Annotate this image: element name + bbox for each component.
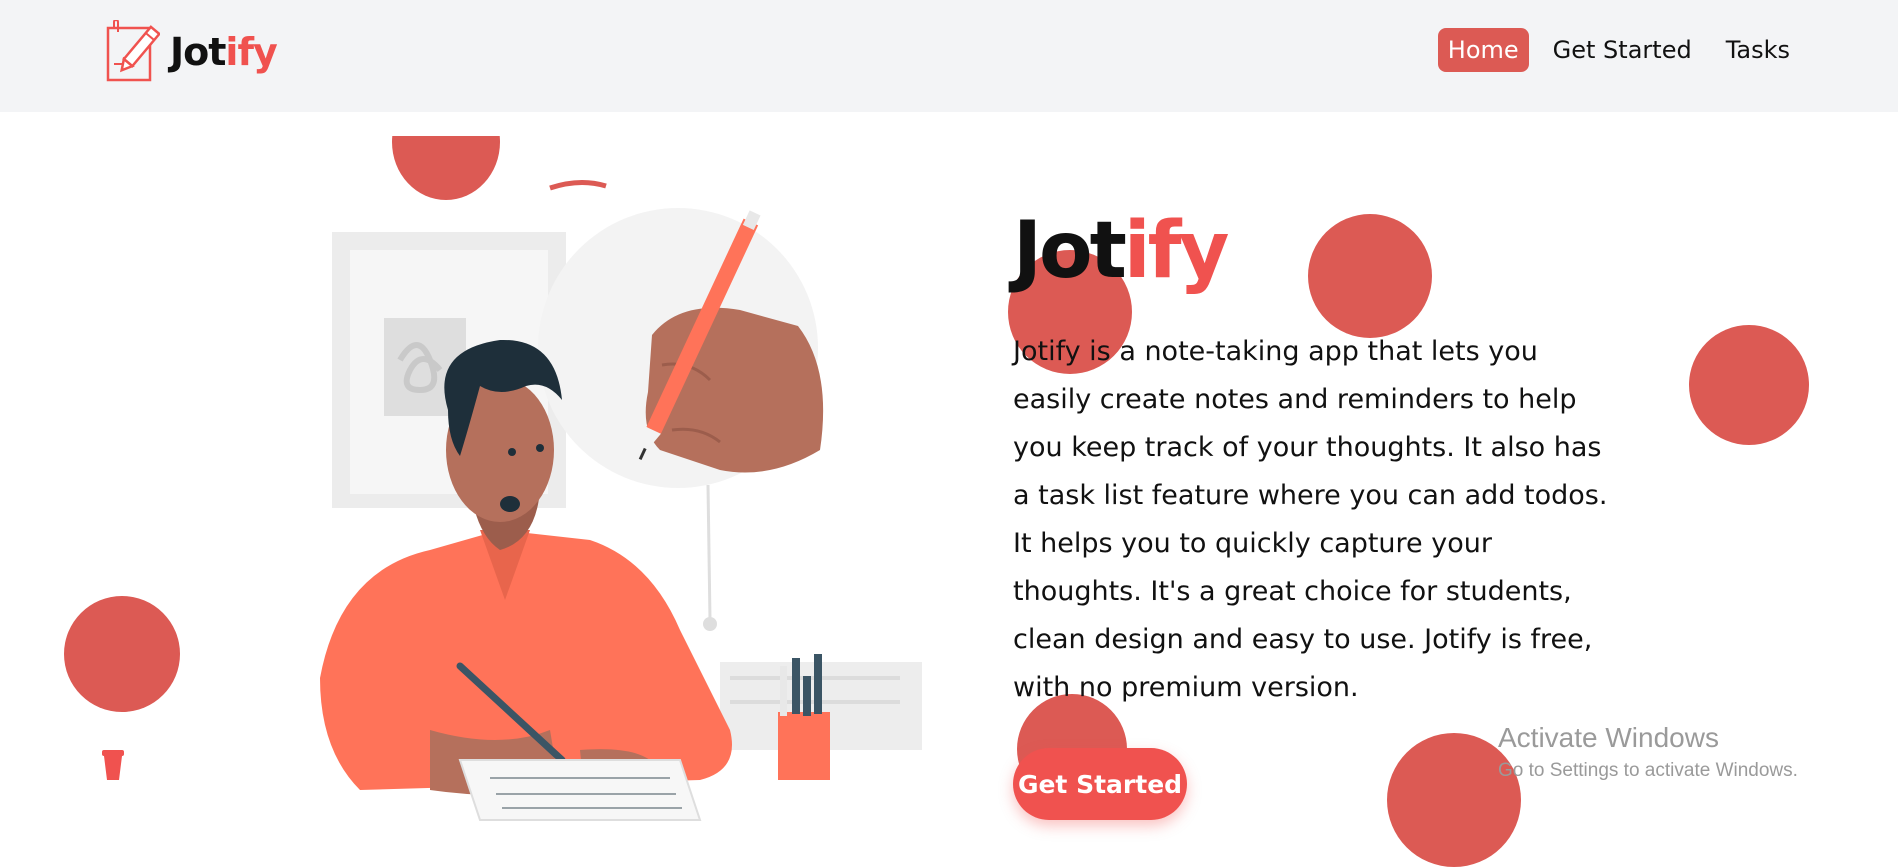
hero-title: Jotify [1013,206,1229,296]
nav-link-get-started[interactable]: Get Started [1543,28,1702,72]
nav-link-home[interactable]: Home [1437,28,1529,72]
get-started-button[interactable]: Get Started [1013,748,1187,820]
hero-description: Jotify is a note-taking app that lets yo… [1013,336,1608,703]
nav-link-tasks[interactable]: Tasks [1716,28,1800,72]
notebook-pencil-icon [106,20,160,82]
decor-circle [64,596,180,712]
hero-illustration [320,180,922,821]
activation-watermark: Activate Windows Go to Settings to activ… [1498,722,1798,782]
pencil-cup [778,712,830,780]
watermark-title: Activate Windows [1498,722,1719,753]
decor-circle [1689,325,1809,445]
nav-links: Home Get Started Tasks [1424,28,1800,72]
brand[interactable]: Jotify [104,20,278,84]
cup-icon [102,750,124,780]
navbar: Jotify Home Get Started Tasks [0,0,1898,112]
brand-name: Jotify [170,30,278,74]
decor-circle [1308,214,1432,338]
watermark-subtitle: Go to Settings to activate Windows. [1498,760,1798,781]
